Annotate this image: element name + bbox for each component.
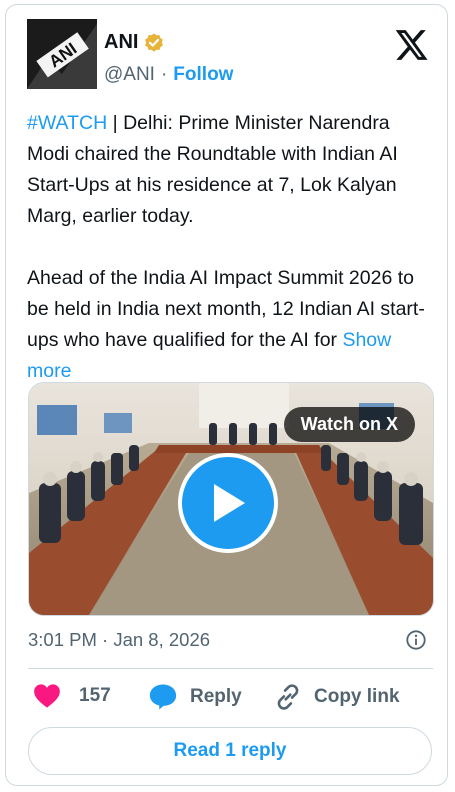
tweet-timestamp[interactable]: 3:01 PM · Jan 8, 2026	[28, 629, 210, 651]
copy-link-label: Copy link	[314, 686, 400, 707]
reply-label: Reply	[190, 686, 242, 707]
tweet-card: ANI ANI @ANI · Follow #WATCH | Delhi: Pr…	[5, 4, 448, 786]
tweet-header: ANI ANI @ANI · Follow	[27, 19, 431, 89]
video-media[interactable]: Watch on X	[28, 382, 434, 616]
ani-logo-icon: ANI	[27, 19, 97, 89]
heart-icon	[34, 684, 60, 708]
tweet-paragraph-2: Ahead of the India AI Impact Summit 2026…	[27, 263, 435, 387]
info-icon[interactable]	[405, 629, 427, 651]
play-button[interactable]	[178, 453, 278, 553]
author-handle[interactable]: @ANI	[104, 64, 155, 86]
author-handle-row: @ANI · Follow	[104, 64, 233, 86]
hashtag-link[interactable]: #WATCH	[27, 112, 107, 134]
action-bar: 157 Reply Copy link	[28, 683, 433, 717]
verified-badge-icon	[145, 32, 164, 52]
like-button[interactable]: 157	[33, 683, 111, 709]
reply-bubble-icon	[149, 684, 177, 710]
link-icon	[277, 684, 299, 710]
reply-button[interactable]: Reply	[148, 683, 242, 711]
follow-button[interactable]: Follow	[173, 64, 233, 86]
watch-on-x-badge[interactable]: Watch on X	[283, 407, 415, 442]
divider	[28, 668, 433, 669]
tweet-paragraph-1: #WATCH | Delhi: Prime Minister Narendra …	[27, 108, 435, 232]
separator-dot: ·	[160, 64, 168, 85]
read-replies-button[interactable]: Read 1 reply	[28, 727, 432, 775]
x-logo-icon[interactable]	[395, 29, 429, 61]
avatar[interactable]: ANI	[27, 19, 97, 89]
author-name-row: ANI	[104, 31, 165, 54]
tweet-text: #WATCH | Delhi: Prime Minister Narendra …	[27, 108, 435, 387]
play-icon	[214, 484, 245, 522]
copy-link-button[interactable]: Copy link	[274, 683, 400, 711]
like-count: 157	[79, 685, 111, 706]
author-name[interactable]: ANI	[104, 31, 138, 54]
